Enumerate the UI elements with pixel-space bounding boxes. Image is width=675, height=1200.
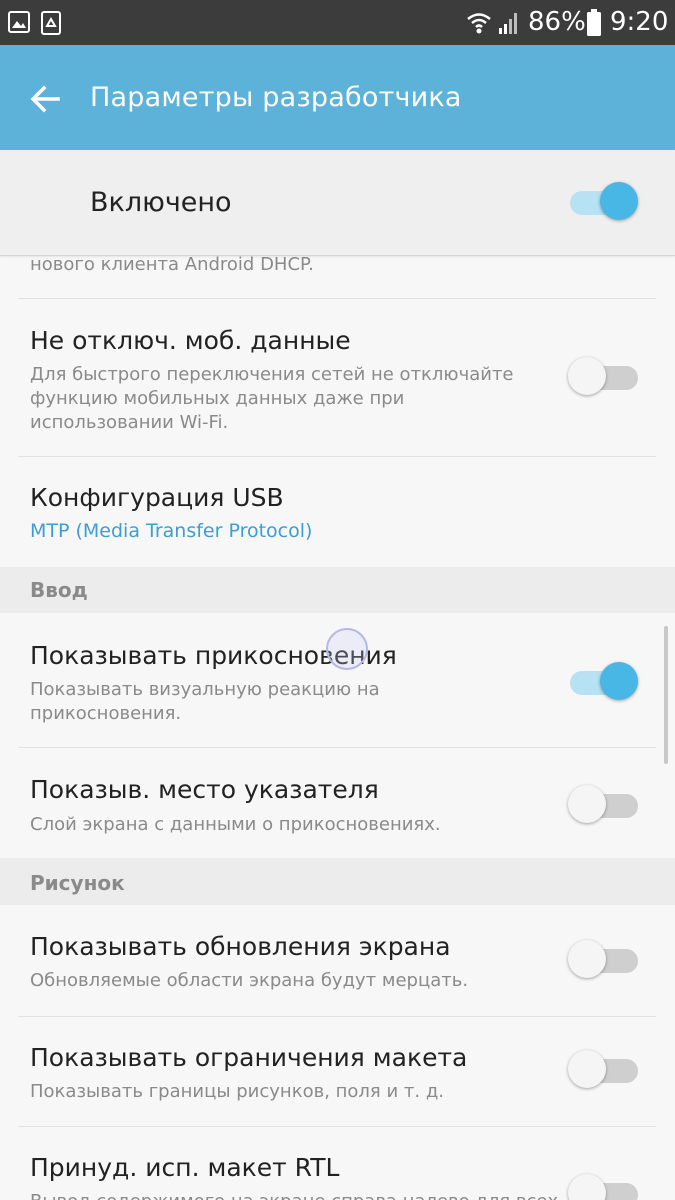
scrollbar[interactable] bbox=[664, 626, 668, 764]
force-rtl-title: Принуд. исп. макет RTL bbox=[30, 1153, 340, 1182]
back-button[interactable] bbox=[22, 75, 70, 123]
mobile-data-toggle[interactable] bbox=[568, 354, 642, 400]
clock: 9:20 bbox=[610, 7, 669, 37]
touch-indicator bbox=[326, 628, 368, 670]
toggle-thumb bbox=[568, 1174, 606, 1200]
master-switch-toggle[interactable] bbox=[568, 179, 642, 225]
mobile-data-subtitle: Для быстрого переключения сетей не отклю… bbox=[30, 364, 514, 433]
show-touches-toggle[interactable] bbox=[568, 659, 642, 705]
section-header-drawing: Рисунок bbox=[0, 858, 675, 905]
section-header-input: Ввод bbox=[0, 567, 675, 613]
layout-bounds-toggle[interactable] bbox=[568, 1047, 642, 1093]
section-label: Ввод bbox=[30, 578, 88, 602]
layout-bounds-title: Показывать ограничения макета bbox=[30, 1043, 468, 1072]
force-rtl-toggle[interactable] bbox=[568, 1171, 642, 1200]
battery-percent: 86% bbox=[528, 7, 586, 37]
list-item-layout-bounds[interactable]: Показывать ограничения макета Показывать… bbox=[0, 1017, 675, 1126]
wifi-icon bbox=[467, 13, 491, 34]
toggle-thumb bbox=[600, 182, 638, 220]
dhcp-subtitle: нового клиента Android DHCP. bbox=[30, 254, 314, 275]
list-item-mobile-data[interactable]: Не отключ. моб. данные Для быстрого пере… bbox=[0, 299, 675, 456]
status-bar: 86% 9:20 bbox=[0, 0, 675, 45]
gallery-icon bbox=[8, 11, 30, 33]
toggle-thumb bbox=[568, 785, 606, 823]
list-item-force-rtl[interactable]: Принуд. исп. макет RTL Вывод содержимого… bbox=[0, 1127, 675, 1200]
usb-config-value: MTP (Media Transfer Protocol) bbox=[30, 520, 313, 542]
pointer-location-title: Показыв. место указателя bbox=[30, 775, 379, 804]
battery-icon bbox=[587, 9, 601, 36]
app-bar: Параметры разработчика bbox=[0, 45, 675, 150]
list-item-surface-updates[interactable]: Показывать обновления экрана Обновляемые… bbox=[0, 905, 675, 1016]
show-touches-subtitle: Показывать визуальную реакцию на прикосн… bbox=[30, 679, 380, 724]
master-switch-label: Включено bbox=[90, 187, 232, 218]
recycle-icon bbox=[41, 11, 61, 35]
layout-bounds-subtitle: Показывать границы рисунков, поля и т. д… bbox=[30, 1081, 444, 1102]
surface-updates-title: Показывать обновления экрана bbox=[30, 932, 451, 961]
toggle-thumb bbox=[568, 940, 606, 978]
surface-updates-toggle[interactable] bbox=[568, 937, 642, 983]
surface-updates-subtitle: Обновляемые области экрана будут мерцать… bbox=[30, 970, 469, 991]
pointer-location-toggle[interactable] bbox=[568, 782, 642, 828]
toggle-thumb bbox=[568, 357, 606, 395]
master-switch-bar[interactable]: Включено bbox=[0, 150, 675, 256]
usb-config-title: Конфигурация USB bbox=[30, 483, 284, 512]
toggle-thumb bbox=[568, 1050, 606, 1088]
force-rtl-subtitle: Вывод содержимого на экране справа налев… bbox=[30, 1190, 570, 1200]
mobile-data-title: Не отключ. моб. данные bbox=[30, 326, 351, 355]
pointer-location-subtitle: Слой экрана с данными о прикосновениях. bbox=[30, 814, 441, 835]
section-label: Рисунок bbox=[30, 871, 125, 895]
list-item-usb-config[interactable]: Конфигурация USB MTP (Media Transfer Pro… bbox=[0, 457, 675, 567]
page-title: Параметры разработчика bbox=[90, 82, 462, 113]
arrow-back-icon bbox=[30, 85, 60, 113]
toggle-thumb bbox=[600, 662, 638, 700]
list-item-pointer-location[interactable]: Показыв. место указателя Слой экрана с д… bbox=[0, 748, 675, 858]
signal-icon bbox=[499, 13, 517, 34]
